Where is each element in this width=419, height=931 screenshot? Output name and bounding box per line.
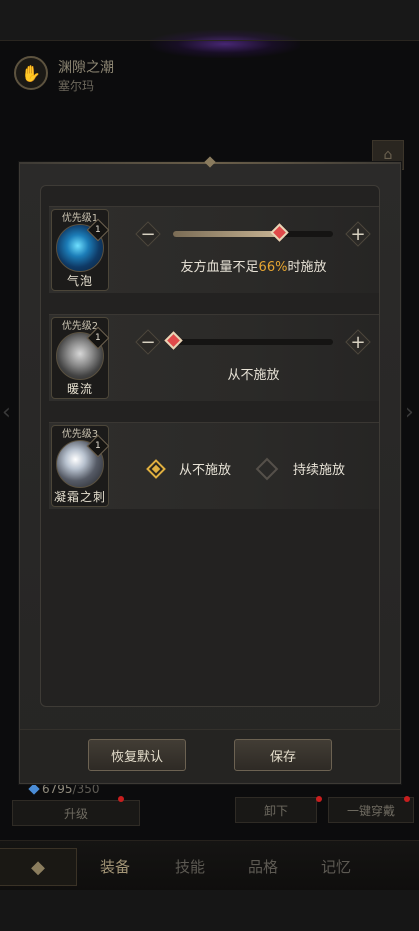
hp-threshold-slider[interactable] bbox=[164, 331, 333, 350]
gem-icon bbox=[28, 783, 40, 795]
slider-thumb[interactable] bbox=[164, 331, 183, 350]
hp-percent: 66% bbox=[258, 260, 288, 275]
notify-dot bbox=[404, 796, 410, 802]
skill-row: 优先级2 1 暖流 − + 从不施放 bbox=[49, 314, 379, 401]
hp-threshold-slider[interactable] bbox=[173, 223, 333, 242]
minus-icon: − bbox=[140, 331, 156, 353]
skill-priority-dialog: 优先级1 1 气泡 − + 友方血量不足66%时施放 优先级2 1 暖流 − +… bbox=[19, 156, 401, 784]
skill-row: 优先级1 1 气泡 − + 友方血量不足66%时施放 bbox=[49, 206, 379, 293]
bottom-strip bbox=[0, 890, 419, 931]
skill-name: 暖流 bbox=[66, 382, 93, 396]
top-glow bbox=[150, 30, 300, 58]
slider-thumb[interactable] bbox=[269, 223, 289, 242]
skill-card[interactable]: 优先级3 1 凝霜之刺 bbox=[51, 425, 110, 507]
slider-fill bbox=[173, 231, 279, 237]
notify-dot bbox=[316, 796, 322, 802]
decrease-button[interactable]: − bbox=[137, 223, 159, 245]
reset-default-button[interactable]: 恢复默认 bbox=[88, 739, 186, 771]
cast-condition-text: 友方血量不足66%时施放 bbox=[180, 260, 327, 275]
exp-counter: 6795/350 bbox=[28, 782, 100, 796]
unchecked-box-icon bbox=[255, 457, 279, 480]
decrease-button[interactable]: − bbox=[137, 331, 159, 353]
exp-current: 6795 bbox=[42, 782, 73, 796]
page-title: 渊隙之潮 bbox=[58, 60, 114, 76]
header-divider bbox=[0, 40, 419, 41]
skill-name: 凝霜之刺 bbox=[53, 490, 106, 504]
increase-button[interactable]: + bbox=[347, 331, 369, 353]
tab-memory[interactable]: 记忆 bbox=[321, 856, 351, 877]
save-button[interactable]: 保存 bbox=[234, 739, 332, 771]
skill-card[interactable]: 优先级1 1 气泡 bbox=[51, 209, 110, 291]
tab-skills[interactable]: 技能 bbox=[175, 856, 205, 877]
plus-icon: + bbox=[350, 331, 366, 353]
notify-dot bbox=[118, 796, 124, 802]
cast-condition-text: 从不施放 bbox=[227, 368, 280, 383]
character-name: 塞尔玛 bbox=[58, 79, 95, 93]
unequip-button[interactable]: 卸下 bbox=[235, 797, 317, 823]
character-emblem-icon: ✋ bbox=[14, 56, 48, 90]
skill-name: 气泡 bbox=[66, 274, 93, 288]
exp-max: /350 bbox=[72, 782, 100, 796]
one-click-equip-button[interactable]: 一键穿戴 bbox=[328, 797, 414, 823]
plus-icon: + bbox=[350, 223, 366, 245]
upgrade-button[interactable]: 升级 bbox=[12, 800, 140, 826]
dialog-footer bbox=[20, 729, 400, 782]
option-label: 持续施放 bbox=[293, 463, 346, 478]
checked-box-icon bbox=[146, 458, 166, 479]
minus-icon: − bbox=[140, 223, 156, 245]
option-label: 从不施放 bbox=[179, 463, 232, 478]
skill-card[interactable]: 优先级2 1 暖流 bbox=[51, 317, 110, 399]
skill-row: 优先级3 1 凝霜之刺 从不施放 持续施放 bbox=[49, 422, 379, 509]
skill-list-panel: 优先级1 1 气泡 − + 友方血量不足66%时施放 优先级2 1 暖流 − +… bbox=[40, 185, 380, 707]
tab-character[interactable]: 品格 bbox=[248, 856, 278, 877]
next-arrow-icon[interactable]: › bbox=[405, 400, 419, 440]
increase-button[interactable]: + bbox=[347, 223, 369, 245]
tab-equipment[interactable]: 装备 bbox=[100, 856, 130, 877]
ornament-diamond-icon bbox=[204, 156, 216, 168]
option-never-cast[interactable]: 从不施放 bbox=[146, 458, 232, 479]
prev-arrow-icon[interactable]: ‹ bbox=[2, 400, 16, 440]
option-continuous-cast[interactable]: 持续施放 bbox=[255, 457, 346, 480]
back-button-icon[interactable]: ◆ bbox=[0, 848, 77, 886]
